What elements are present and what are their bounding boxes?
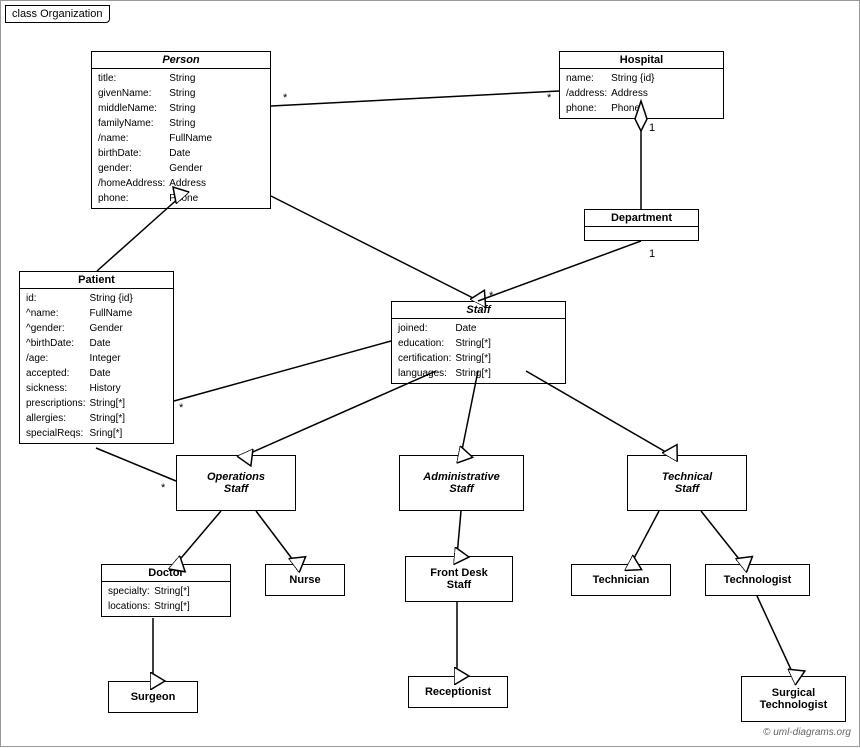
class-nurse-title: Nurse xyxy=(266,572,344,588)
class-administrative-staff-title: AdministrativeStaff xyxy=(400,469,523,497)
class-department-title: Department xyxy=(585,210,698,227)
class-doctor: Doctor specialty:String[*] locations:Str… xyxy=(101,564,231,617)
class-hospital-body: name:String {id} /address:Address phone:… xyxy=(560,69,723,118)
class-surgeon: Surgeon xyxy=(108,681,198,713)
class-operations-staff-title: OperationsStaff xyxy=(177,469,295,497)
class-surgeon-title: Surgeon xyxy=(109,689,197,705)
class-person: Person title:String givenName:String mid… xyxy=(91,51,271,209)
class-hospital-title: Hospital xyxy=(560,52,723,69)
class-technologist-title: Technologist xyxy=(706,572,809,588)
class-technologist: Technologist xyxy=(705,564,810,596)
svg-text:1: 1 xyxy=(649,122,655,134)
class-technician: Technician xyxy=(571,564,671,596)
class-person-body: title:String givenName:String middleName… xyxy=(92,69,270,208)
class-staff: Staff joined:Date education:String[*] ce… xyxy=(391,301,566,384)
class-staff-title: Staff xyxy=(392,302,565,319)
class-surgical-technologist: SurgicalTechnologist xyxy=(741,676,846,722)
class-patient: Patient id:String {id} ^name:FullName ^g… xyxy=(19,271,174,444)
diagram-title: class Organization xyxy=(5,5,110,23)
watermark: © uml-diagrams.org xyxy=(763,727,851,738)
svg-text:*: * xyxy=(179,402,184,414)
class-receptionist-title: Receptionist xyxy=(409,684,507,700)
class-technical-staff-title: TechnicalStaff xyxy=(628,469,746,497)
class-technician-title: Technician xyxy=(572,572,670,588)
class-doctor-body: specialty:String[*] locations:String[*] xyxy=(102,582,230,616)
svg-text:*: * xyxy=(283,92,288,104)
class-person-title: Person xyxy=(92,52,270,69)
svg-text:*: * xyxy=(547,92,552,104)
class-receptionist: Receptionist xyxy=(408,676,508,708)
class-surgical-technologist-title: SurgicalTechnologist xyxy=(742,685,845,713)
class-department: Department xyxy=(584,209,699,241)
svg-text:1: 1 xyxy=(649,248,655,260)
svg-text:*: * xyxy=(161,482,166,494)
diagram-container: class Organization Person title:String g… xyxy=(0,0,860,747)
class-staff-body: joined:Date education:String[*] certific… xyxy=(392,319,565,383)
class-nurse: Nurse xyxy=(265,564,345,596)
class-operations-staff: OperationsStaff xyxy=(176,455,296,511)
class-doctor-title: Doctor xyxy=(102,565,230,582)
class-front-desk-staff-title: Front DeskStaff xyxy=(406,565,512,593)
class-front-desk-staff: Front DeskStaff xyxy=(405,556,513,602)
class-administrative-staff: AdministrativeStaff xyxy=(399,455,524,511)
class-technical-staff: TechnicalStaff xyxy=(627,455,747,511)
class-hospital: Hospital name:String {id} /address:Addre… xyxy=(559,51,724,119)
class-patient-body: id:String {id} ^name:FullName ^gender:Ge… xyxy=(20,289,173,443)
class-patient-title: Patient xyxy=(20,272,173,289)
